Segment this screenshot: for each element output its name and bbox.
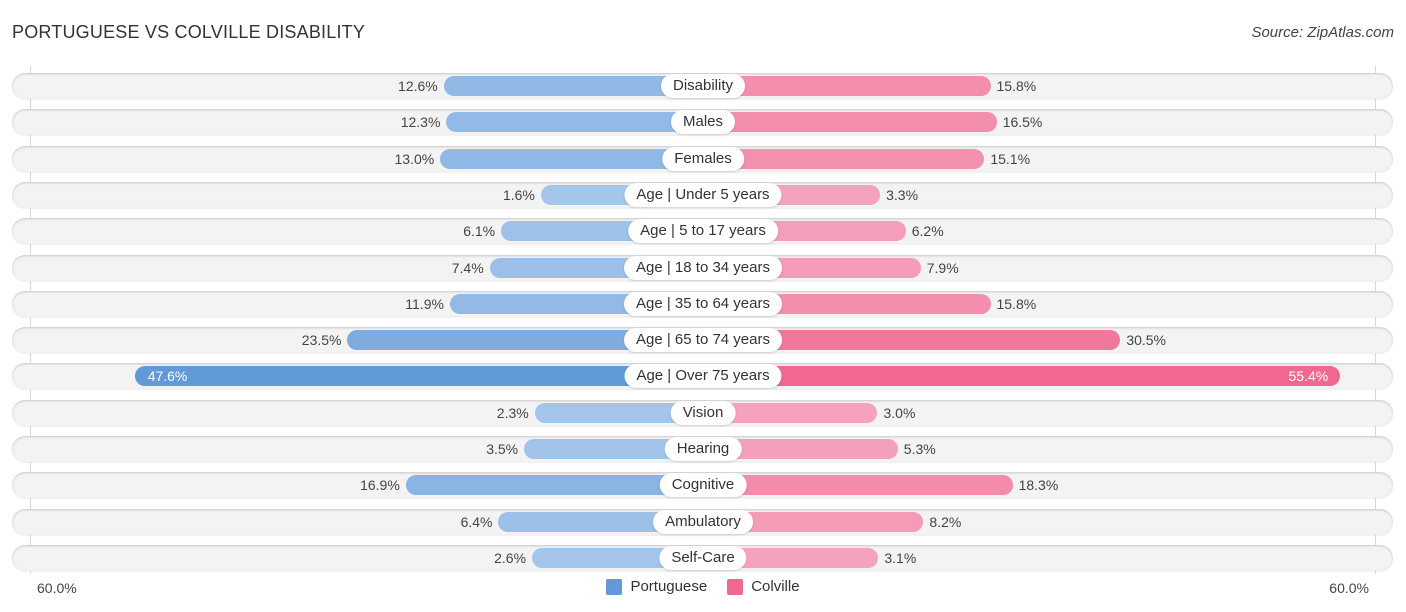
value-label-portuguese: 12.6%	[398, 78, 438, 94]
bar-portuguese[interactable]	[405, 475, 703, 496]
legend: Portuguese Colville	[0, 578, 1406, 595]
bar-colville[interactable]	[703, 148, 985, 169]
bar-portuguese[interactable]	[134, 366, 703, 387]
category-label: Age | 18 to 34 years	[624, 255, 782, 280]
value-label-portuguese: 13.0%	[394, 150, 435, 167]
value-label-portuguese: 12.3%	[400, 114, 441, 131]
value-label-portuguese: 2.3%	[496, 404, 529, 421]
legend-item-colville[interactable]: Colville	[727, 578, 800, 595]
value-label-portuguese: 7.4%	[451, 259, 484, 276]
chart-row: 7.4% 7.9% Age | 18 to 34 years	[12, 254, 1393, 281]
value-label-portuguese: 3.5%	[486, 441, 519, 457]
chart-row: 16.9% 18.3% Cognitive	[12, 472, 1393, 499]
category-label: Vision	[670, 400, 736, 425]
legend-swatch-colville	[727, 578, 744, 595]
category-label: Age | 65 to 74 years	[624, 328, 782, 353]
chart-row: 3.5% 5.3% Hearing	[12, 436, 1393, 462]
value-label-colville: 15.8%	[996, 78, 1037, 94]
chart-row: 1.6% 3.3% Age | Under 5 years	[12, 181, 1393, 208]
value-label-portuguese: 1.6%	[502, 186, 535, 203]
category-label: Age | 5 to 17 years	[628, 219, 778, 244]
bar-colville[interactable]	[703, 76, 991, 96]
category-label: Self-Care	[659, 545, 747, 570]
chart-row: 12.3% 16.5% Males	[12, 109, 1393, 136]
legend-label-colville: Colville	[751, 578, 800, 595]
chart-title: PORTUGUESE VS COLVILLE DISABILITY	[12, 22, 366, 42]
chart-row: 23.5% 30.5% Age | 65 to 74 years	[12, 327, 1393, 354]
category-label: Age | Under 5 years	[624, 182, 782, 207]
category-label: Hearing	[664, 437, 742, 461]
value-label-colville: 3.3%	[886, 186, 919, 203]
chart-row: 6.1% 6.2% Age | 5 to 17 years	[12, 218, 1393, 245]
value-label-portuguese: 6.1%	[463, 223, 496, 240]
chart-row: 6.4% 8.2% Ambulatory	[12, 508, 1393, 535]
chart-row: 47.6% 55.4% Age | Over 75 years	[12, 363, 1393, 390]
value-label-portuguese: 2.6%	[494, 549, 527, 566]
value-label-portuguese: 6.4%	[460, 513, 493, 530]
value-label-colville: 55.4%	[1288, 368, 1329, 385]
chart-row: 2.3% 3.0% Vision	[12, 399, 1393, 426]
category-label: Males	[670, 110, 736, 135]
value-label-colville: 8.2%	[929, 513, 962, 530]
bar-colville[interactable]	[703, 112, 997, 133]
category-label: Age | 35 to 64 years	[624, 291, 782, 316]
bar-colville[interactable]	[703, 366, 1341, 387]
value-label-portuguese: 11.9%	[405, 295, 444, 312]
value-label-colville: 7.9%	[926, 259, 959, 276]
value-label-colville: 5.3%	[903, 441, 936, 457]
value-label-colville: 3.1%	[884, 549, 917, 566]
legend-swatch-portuguese	[606, 578, 623, 595]
chart-row: 11.9% 15.8% Age | 35 to 64 years	[12, 290, 1393, 317]
bar-colville[interactable]	[703, 475, 1013, 496]
chart-row: 12.6% 15.8% Disability	[12, 73, 1393, 99]
bar-portuguese[interactable]	[446, 112, 703, 133]
chart-row: 2.6% 3.1% Self-Care	[12, 544, 1393, 571]
legend-label-portuguese: Portuguese	[630, 578, 708, 595]
category-label: Females	[662, 146, 744, 171]
value-label-colville: 15.1%	[990, 150, 1031, 167]
value-label-portuguese: 47.6%	[147, 368, 188, 385]
value-label-colville: 18.3%	[1018, 477, 1059, 494]
chart-row: 13.0% 15.1% Females	[12, 145, 1393, 172]
value-label-colville: 6.2%	[911, 223, 944, 240]
category-label: Cognitive	[659, 473, 747, 498]
value-label-colville: 3.0%	[883, 404, 916, 421]
value-label-colville: 30.5%	[1126, 332, 1167, 349]
category-label: Ambulatory	[653, 509, 753, 534]
category-label: Age | Over 75 years	[624, 364, 782, 389]
category-label: Disability	[660, 74, 746, 98]
value-label-colville: 16.5%	[1002, 114, 1043, 131]
legend-item-portuguese[interactable]: Portuguese	[606, 578, 707, 595]
value-label-portuguese: 16.9%	[360, 477, 400, 494]
source-label: Source: ZipAtlas.com	[1251, 24, 1394, 41]
value-label-portuguese: 23.5%	[301, 332, 342, 349]
value-label-colville: 15.8%	[996, 295, 1037, 312]
